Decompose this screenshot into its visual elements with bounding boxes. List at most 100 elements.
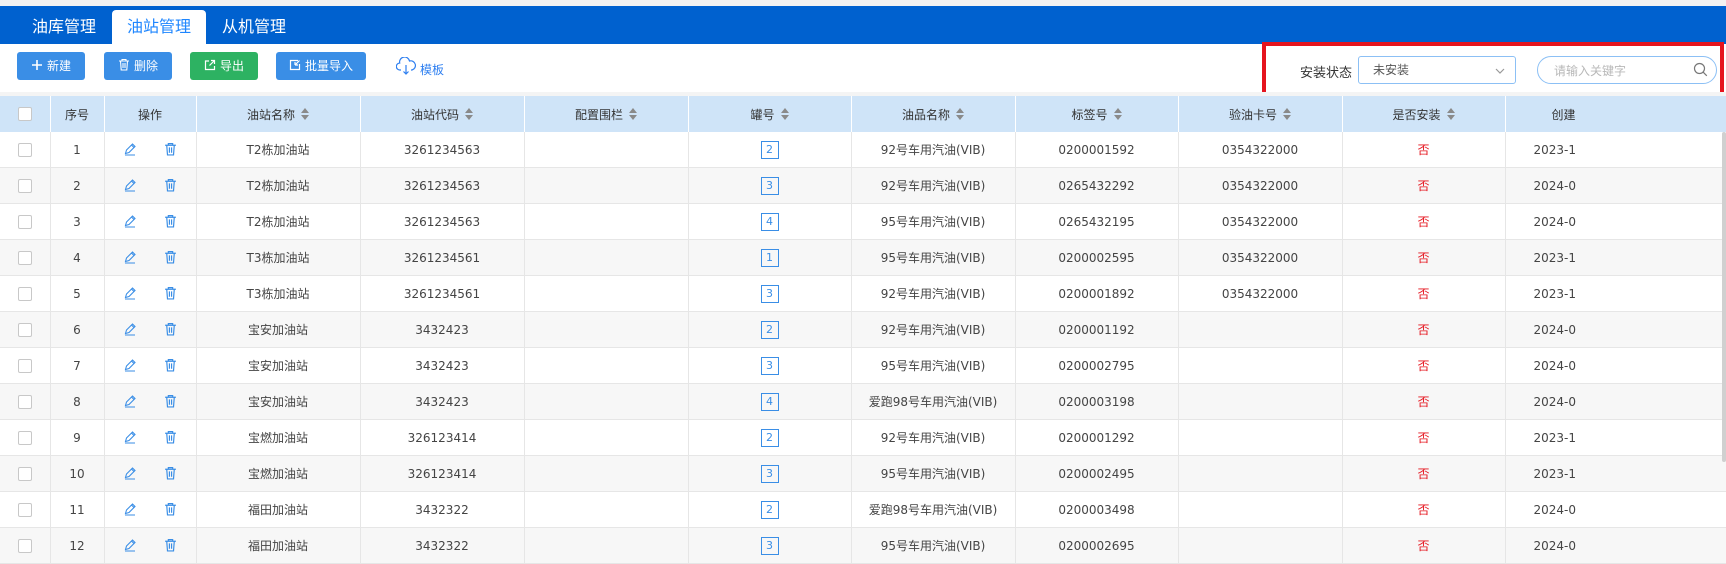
row-checkbox[interactable] bbox=[17, 178, 32, 193]
col-header-oil-name[interactable]: 油品名称 bbox=[851, 96, 1016, 132]
table-row[interactable]: 1 T2栋加油站 3261234563 2 92号车用汽油(VIB) 0200001592… bbox=[0, 132, 1726, 168]
delete-icon[interactable] bbox=[162, 502, 178, 518]
install-status-select[interactable]: 未安装 bbox=[1358, 56, 1516, 84]
table-row[interactable]: 4 T3栋加油站 3261234561 1 95号车用汽油(VIB) 0200002595… bbox=[0, 239, 1726, 276]
cell-actions bbox=[104, 527, 197, 564]
table-row[interactable]: 12 福田加油站 3432322 3 95号车用汽油(VIB) 0200002695 否 20… bbox=[0, 527, 1726, 564]
cell-station-name: T2栋加油站 bbox=[196, 167, 361, 204]
table-row[interactable]: 7 宝安加油站 3432423 3 95号车用汽油(VIB) 0200002795 否 202… bbox=[0, 347, 1726, 384]
col-header-installed[interactable]: 是否安装 bbox=[1342, 96, 1506, 132]
sort-icon[interactable] bbox=[1283, 108, 1291, 120]
sort-icon[interactable] bbox=[1113, 108, 1122, 120]
col-header-card-no[interactable]: 验油卡号 bbox=[1178, 96, 1343, 132]
row-checkbox[interactable] bbox=[17, 286, 32, 301]
cell-fence bbox=[524, 527, 689, 564]
table-row[interactable]: 3 T2栋加油站 3261234563 4 95号车用汽油(VIB) 0265432195… bbox=[0, 203, 1726, 240]
table-row[interactable]: 5 T3栋加油站 3261234561 3 92号车用汽油(VIB) 0200001892… bbox=[0, 275, 1726, 312]
delete-icon[interactable] bbox=[162, 394, 178, 410]
row-checkbox[interactable] bbox=[17, 214, 32, 229]
delete-icon[interactable] bbox=[162, 178, 178, 194]
cell-tank-no: 3 bbox=[688, 527, 852, 564]
cell-actions bbox=[104, 132, 197, 168]
select-all-checkbox[interactable] bbox=[17, 107, 32, 122]
col-header-created[interactable]: 创建 bbox=[1505, 96, 1726, 132]
tab-depot-management[interactable]: 油库管理 bbox=[22, 10, 106, 44]
cell-card-no bbox=[1178, 455, 1343, 492]
edit-icon[interactable] bbox=[122, 214, 138, 230]
delete-icon[interactable] bbox=[162, 466, 178, 482]
new-button[interactable]: 新建 bbox=[17, 52, 85, 80]
tab-slave-management[interactable]: 从机管理 bbox=[212, 10, 296, 44]
delete-icon[interactable] bbox=[162, 286, 178, 302]
delete-icon[interactable] bbox=[162, 538, 178, 554]
export-button[interactable]: 导出 bbox=[190, 52, 258, 80]
template-download-link[interactable]: 模板 bbox=[395, 55, 444, 84]
sort-icon[interactable] bbox=[465, 108, 473, 120]
row-checkbox-cell bbox=[0, 383, 51, 420]
cell-index: 7 bbox=[50, 347, 105, 384]
row-checkbox[interactable] bbox=[17, 358, 32, 373]
edit-icon[interactable] bbox=[122, 394, 138, 410]
edit-icon[interactable] bbox=[122, 358, 138, 374]
cell-fence bbox=[524, 203, 689, 240]
edit-icon[interactable] bbox=[122, 178, 138, 194]
row-checkbox[interactable] bbox=[17, 502, 32, 517]
table-row[interactable]: 11 福田加油站 3432322 2 爱跑98号车用汽油(VIB) 0200003498 否… bbox=[0, 491, 1726, 528]
edit-icon[interactable] bbox=[122, 142, 138, 158]
delete-icon[interactable] bbox=[162, 430, 178, 446]
table-header-row: 序号 操作 油站名称 油站代码 配置围栏 罐号 油品名称 标签号 验油卡号 是否… bbox=[0, 96, 1726, 132]
tank-badge: 4 bbox=[760, 212, 779, 231]
search-input[interactable] bbox=[1552, 57, 1696, 85]
sort-icon[interactable] bbox=[301, 108, 309, 120]
col-header-station-name[interactable]: 油站名称 bbox=[196, 96, 361, 132]
delete-icon[interactable] bbox=[162, 250, 178, 266]
install-status-label: 安装状态 bbox=[1300, 66, 1353, 81]
sort-icon[interactable] bbox=[629, 108, 637, 120]
vertical-scrollbar[interactable] bbox=[1722, 132, 1726, 462]
batch-import-button[interactable]: 批量导入 bbox=[276, 52, 366, 80]
tab-station-management[interactable]: 油站管理 bbox=[112, 10, 206, 44]
row-checkbox[interactable] bbox=[17, 430, 32, 445]
delete-icon[interactable] bbox=[162, 142, 178, 158]
delete-icon[interactable] bbox=[162, 358, 178, 374]
edit-icon[interactable] bbox=[122, 502, 138, 518]
cell-installed: 否 bbox=[1342, 491, 1506, 528]
edit-icon[interactable] bbox=[122, 466, 138, 482]
edit-icon[interactable] bbox=[122, 250, 138, 266]
col-header-station-code[interactable]: 油站代码 bbox=[360, 96, 525, 132]
row-checkbox[interactable] bbox=[17, 142, 32, 157]
trash-icon bbox=[118, 53, 130, 81]
search-icon[interactable] bbox=[1693, 62, 1708, 80]
cell-tag-no: 0200003498 bbox=[1015, 491, 1179, 528]
cell-installed: 否 bbox=[1342, 527, 1506, 564]
edit-icon[interactable] bbox=[122, 538, 138, 554]
new-button-label: 新建 bbox=[46, 59, 71, 73]
table-row[interactable]: 2 T2栋加油站 3261234563 3 92号车用汽油(VIB) 0265432292… bbox=[0, 167, 1726, 204]
cell-tank-no: 2 bbox=[688, 491, 852, 528]
row-checkbox[interactable] bbox=[17, 538, 32, 553]
cell-actions bbox=[104, 167, 197, 204]
delete-icon[interactable] bbox=[162, 322, 178, 338]
sort-icon[interactable] bbox=[956, 108, 964, 120]
sort-icon[interactable] bbox=[780, 108, 789, 120]
delete-button[interactable]: 删除 bbox=[104, 52, 172, 80]
table-row[interactable]: 9 宝燃加油站 326123414 2 92号车用汽油(VIB) 0200001292 否 2… bbox=[0, 419, 1726, 456]
row-checkbox[interactable] bbox=[17, 394, 32, 409]
edit-icon[interactable] bbox=[122, 286, 138, 302]
row-checkbox[interactable] bbox=[17, 250, 32, 265]
row-checkbox[interactable] bbox=[17, 466, 32, 481]
cell-tank-no: 1 bbox=[688, 239, 852, 276]
table-row[interactable]: 10 宝燃加油站 326123414 3 95号车用汽油(VIB) 0200002495 否… bbox=[0, 455, 1726, 492]
delete-icon[interactable] bbox=[162, 214, 178, 230]
edit-icon[interactable] bbox=[122, 430, 138, 446]
cell-station-code: 3432423 bbox=[360, 347, 525, 384]
sort-icon[interactable] bbox=[1446, 108, 1455, 120]
col-header-fence[interactable]: 配置围栏 bbox=[524, 96, 689, 132]
table-row[interactable]: 6 宝安加油站 3432423 2 92号车用汽油(VIB) 0200001192 否 202… bbox=[0, 311, 1726, 348]
col-header-tag-no[interactable]: 标签号 bbox=[1015, 96, 1179, 132]
table-row[interactable]: 8 宝安加油站 3432423 4 爱跑98号车用汽油(VIB) 0200003198 否 2… bbox=[0, 383, 1726, 420]
row-checkbox[interactable] bbox=[17, 322, 32, 337]
edit-icon[interactable] bbox=[122, 322, 138, 338]
col-header-tank-no[interactable]: 罐号 bbox=[688, 96, 852, 132]
cell-station-name: 宝安加油站 bbox=[196, 383, 361, 420]
